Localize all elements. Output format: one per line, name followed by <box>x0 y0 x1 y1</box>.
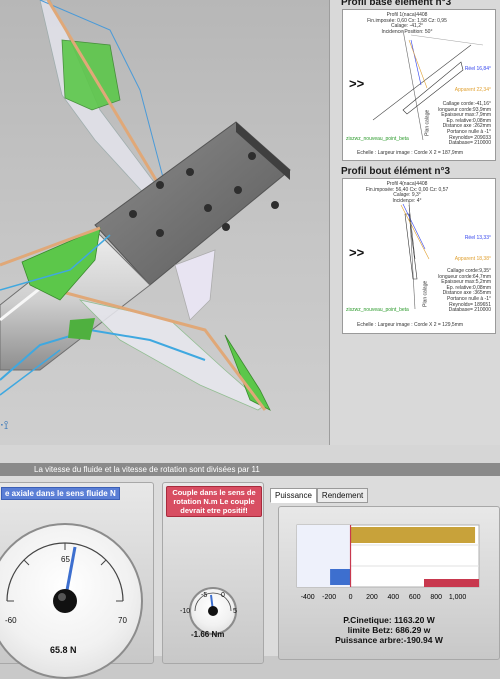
status-bar: La vitesse du fluide et la vitesse de ro… <box>0 463 500 476</box>
power-chart-panel: -400 -200 0 200 400 600 800 1,000 P.Cinetique: … <box>278 506 500 660</box>
torque-dial <box>194 592 232 616</box>
power-axis-tick: 200 <box>366 594 378 601</box>
power-tabs: Puissance Rendement <box>270 488 369 503</box>
profile-tip-view[interactable]: Profil 4(naca)4408 Fin.imposée: 56,40 Cx… <box>342 178 496 334</box>
torque-tick-4: 5 <box>233 608 237 615</box>
profile-tip-details: Callage corde:9,35° longueur corde:64,7mm… <box>438 268 491 314</box>
rotor-3d-render <box>0 0 291 411</box>
power-axis-tick: -400 <box>301 594 315 601</box>
power-axis-tick: 1,000 <box>449 594 467 601</box>
axes-orientation-icon: ⋅⟟ <box>0 418 9 432</box>
profile-base-apparent: Apparent 22,34° <box>454 87 491 93</box>
axial-force-tick-low: -60 <box>5 616 17 625</box>
profile-tip-green-label: ziszwz_nouveau_point_beta <box>346 307 409 313</box>
power-panel: Puissance Rendement -400 -200 0 200 400 600 80… <box>270 488 500 660</box>
profile-tip-reel: Réel 13,33° <box>464 235 491 241</box>
profile-base-details: Callage corde:-41,16° longueur corde:93,9… <box>438 101 491 147</box>
results-panel: e axiale dans le sens fluide N -60 65 70… <box>0 476 500 679</box>
axial-force-value: 65.8 N <box>50 645 77 655</box>
axial-force-title: e axiale dans le sens fluide N <box>1 487 120 500</box>
profile-base-footer: Echelle : Largeur image : Corde X 2 = 18… <box>357 150 464 156</box>
profile-base-green-label: ziszwz_nouveau_point_beta <box>346 136 409 142</box>
torque-tick-3: 0 <box>221 592 225 599</box>
betz-limit-bar <box>424 579 479 587</box>
axial-force-panel: e axiale dans le sens fluide N -60 65 70… <box>0 482 154 679</box>
profile-tip-apparent: Apparent 18,38° <box>454 256 491 262</box>
power-summary: P.Cinetique: 1163.20 W limite Betz: 686.… <box>279 615 499 645</box>
profile-base-reel: Réel 16,84° <box>464 66 491 72</box>
torque-value: -1.66 Nm <box>191 630 225 639</box>
shaft-power-bar <box>330 569 351 585</box>
kinetic-power: P.Cinetique: 1163.20 W <box>343 615 435 625</box>
profile-tip-title: Profil bout élément n°3 <box>341 166 451 177</box>
profile-base-view[interactable]: Profil 1(naca)4408 Fin.imposée: 0,60 Cx:… <box>342 9 496 161</box>
profile-tip-side-label: Plan calage <box>422 280 429 307</box>
axial-force-tick-high: 70 <box>118 616 127 625</box>
torque-tick-1: -10 <box>180 608 191 615</box>
power-axis-tick: -200 <box>322 594 336 601</box>
torque-warning: Couple dans le sens de rotation N.m Le c… <box>166 486 262 517</box>
torque-panel: Couple dans le sens de rotation N.m Le c… <box>162 482 264 664</box>
shaft-power: Puissance arbre:-190.94 W <box>335 635 443 645</box>
power-axis-tick: 400 <box>388 594 400 601</box>
flow-direction-arrows: >> <box>349 76 365 91</box>
rotor-3d-viewport[interactable]: ⋅⟟ <box>0 0 329 445</box>
profile-tip-footer: Echelle : Largeur image : Corde X 2 = 12… <box>357 322 464 328</box>
profile-base-title: Profil base élément n°3 <box>341 0 452 8</box>
power-axis-tick: 800 <box>430 594 442 601</box>
betz-limit: limite Betz: 686.29 w <box>347 625 431 635</box>
power-bar-chart: -400 -200 0 200 400 600 800 1,000 <box>296 524 480 601</box>
tab-puissance[interactable]: Puissance <box>270 488 317 503</box>
profile-panel: Profil base élément n°3 Profil 1(naca)44… <box>329 0 500 445</box>
tab-rendement[interactable]: Rendement <box>316 488 369 503</box>
profile-base-side-label: Plan calage <box>424 109 431 136</box>
kinetic-power-bar <box>350 527 476 543</box>
flow-direction-arrows: >> <box>349 245 365 260</box>
torque-tick-2: -5 <box>201 592 208 599</box>
axial-force-tick-mid: 65 <box>61 555 70 564</box>
splitter[interactable] <box>0 445 500 463</box>
power-axis-tick: 0 <box>349 594 353 601</box>
power-axis-tick: 600 <box>409 594 421 601</box>
status-message: La vitesse du fluide et la vitesse de ro… <box>34 465 260 474</box>
